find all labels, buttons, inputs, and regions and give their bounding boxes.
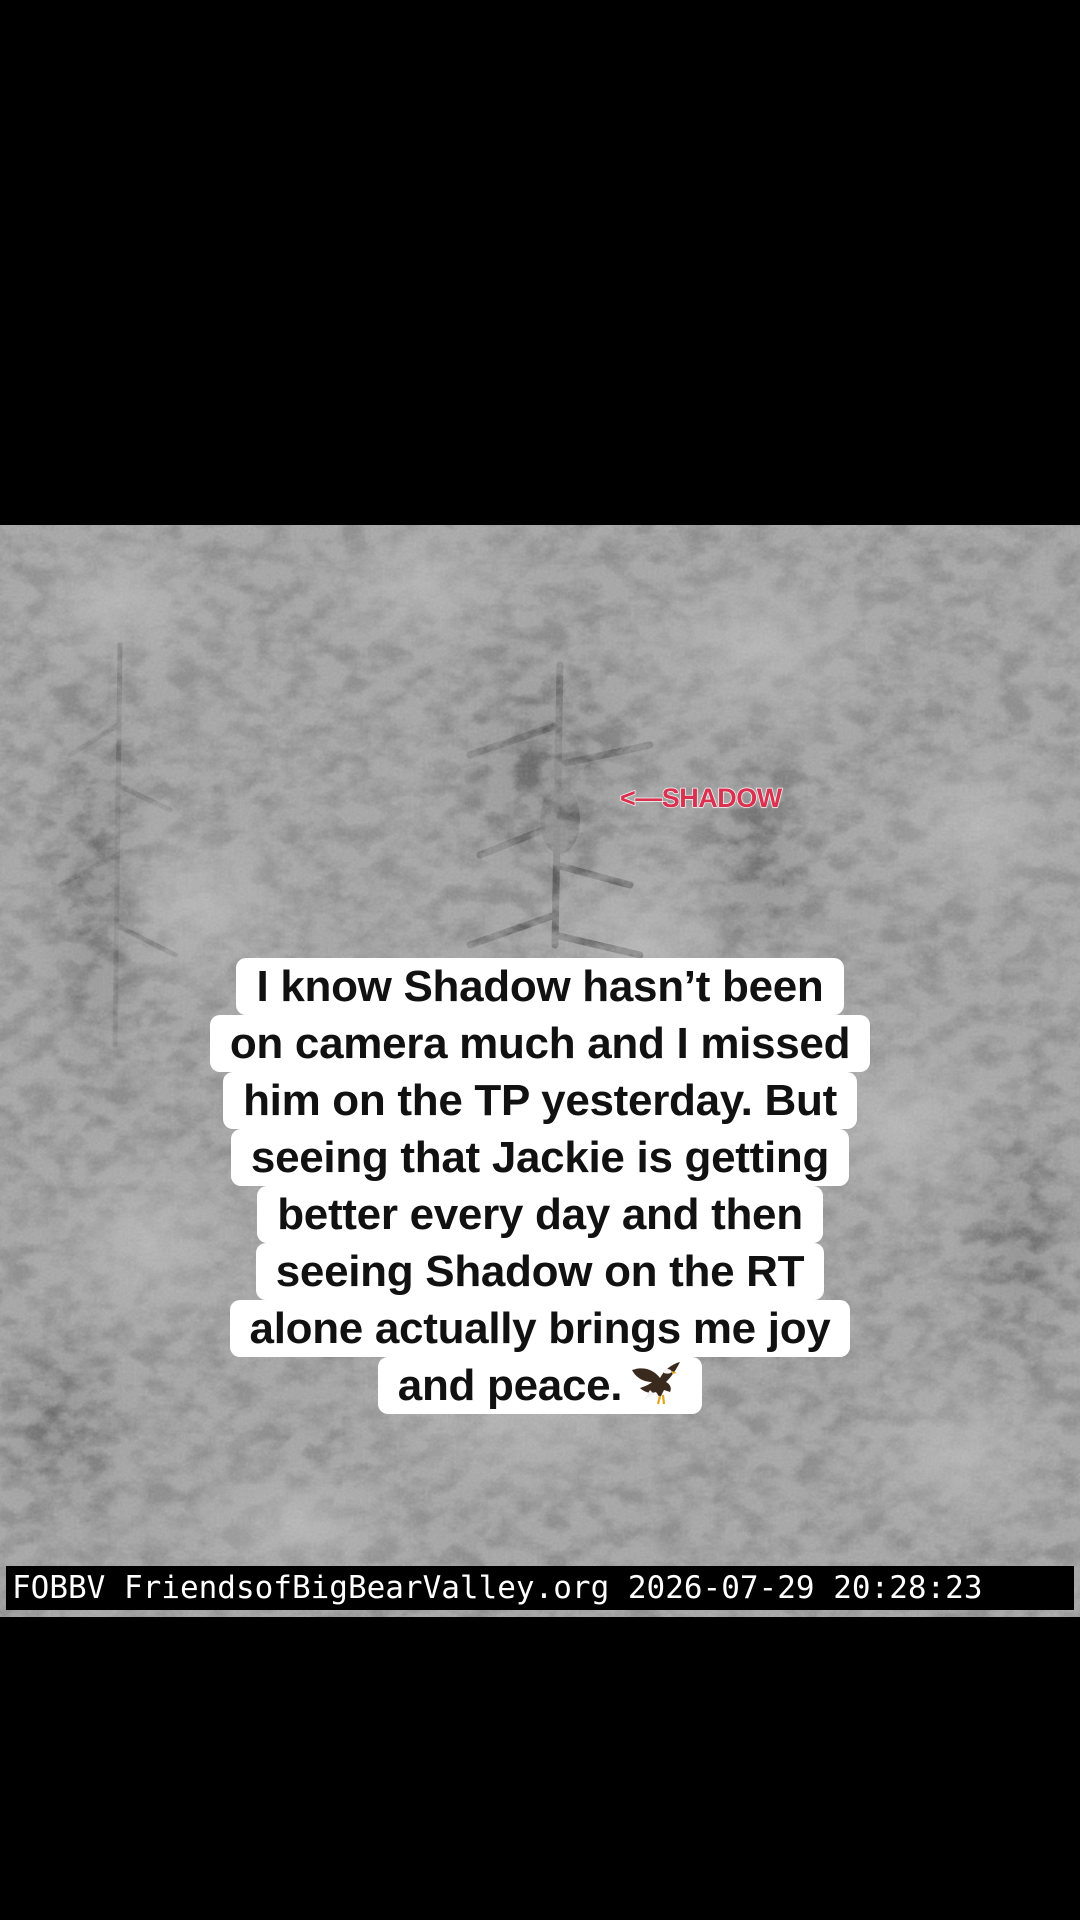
caption-line-3: him on the TP yesterday. But [223,1072,857,1129]
caption-line-4: seeing that Jackie is getting [230,1129,850,1186]
camera-timestamp-bar: FOBBV FriendsofBigBearValley.org 2026-07… [6,1566,1074,1610]
caption-line-2: on camera much and I missed [209,1015,871,1072]
video-frame: <—SHADOW I know Shadow hasn’t been on ca… [0,0,1080,1920]
caption-line-8: and peace. [377,1357,703,1414]
caption-line-8-text: and peace. [397,1361,623,1410]
caption-line-1: I know Shadow hasn’t been [236,958,844,1015]
caption-line-5: better every day and then [257,1186,823,1243]
eagle-icon [632,1362,681,1405]
caption-line-7: alone actually brings me joy [229,1300,851,1357]
shadow-annotation: <—SHADOW [619,782,782,813]
caption-box: I know Shadow hasn’t been on camera much… [170,958,910,1414]
caption-line-6: seeing Shadow on the RT [255,1243,825,1300]
